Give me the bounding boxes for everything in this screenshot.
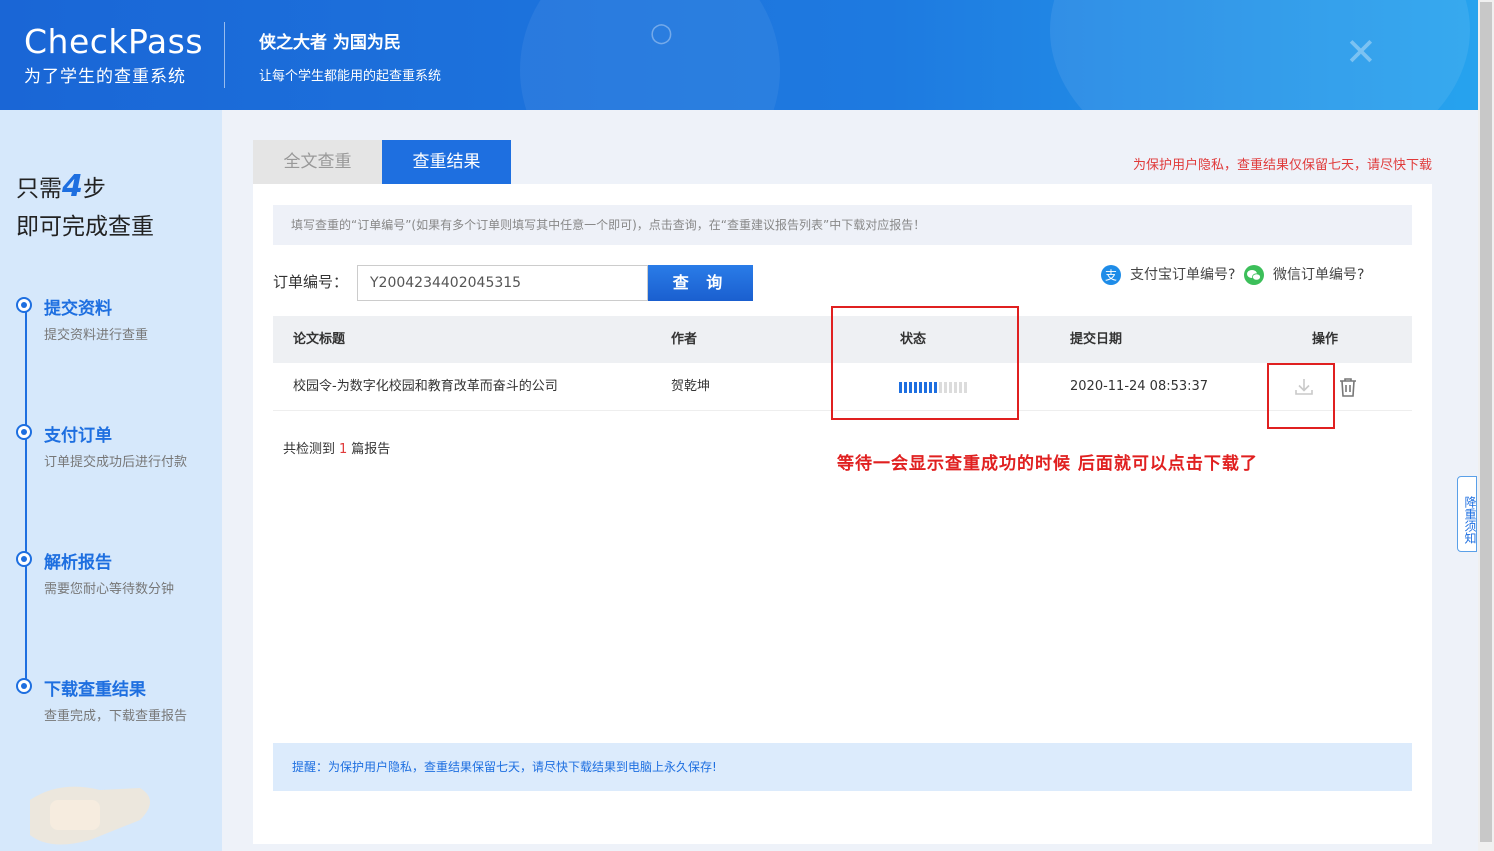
row-date: 2020-11-24 08:53:37: [1070, 379, 1209, 394]
header-divider: [224, 22, 225, 88]
summary-prefix: 共检测到: [283, 442, 336, 457]
step-dot-icon: [16, 424, 32, 440]
page-scrollbar[interactable]: [1478, 0, 1494, 851]
alipay-order-help-link[interactable]: 支 支付宝订单编号?: [1100, 264, 1235, 286]
slogan: 侠之大者 为国为民 让每个学生都能用的起查重系统: [259, 28, 441, 84]
summary-suffix: 篇报告: [351, 442, 391, 457]
logo-subtitle: 为了学生的查重系统: [24, 67, 186, 87]
col-actions: 操作: [1312, 332, 1339, 347]
order-label: 订单编号：: [273, 273, 349, 291]
header-decoration: [520, 0, 780, 110]
alipay-link-text: 支付宝订单编号?: [1130, 267, 1236, 283]
step-dot-icon: [16, 297, 32, 313]
tab-full-check[interactable]: 全文查重: [253, 140, 382, 184]
row-author: 贺乾坤: [671, 379, 711, 394]
reminder-bar: 提醒：为保护用户隐私，查重结果保留七天，请尽快下载结果到电脑上永久保存!: [273, 743, 1412, 791]
result-summary: 共检测到 1 篇报告: [283, 438, 390, 457]
row-title: 校园令-为数字化校园和教育改革而奋斗的公司: [293, 379, 558, 394]
query-button[interactable]: 查 询: [648, 265, 753, 301]
privacy-note: 为保护用户隐私，查重结果仅保留七天，请尽快下载: [1132, 158, 1432, 173]
trash-icon[interactable]: [1336, 375, 1360, 399]
slogan-subtitle: 让每个学生都能用的起查重系统: [259, 69, 442, 84]
steps-timeline: [25, 306, 27, 686]
wechat-order-help-link[interactable]: 微信订单编号?: [1243, 264, 1364, 286]
step-dot-icon: [16, 678, 32, 694]
scrollbar-thumb[interactable]: [1480, 2, 1492, 842]
step-name: 下载查重结果: [44, 680, 146, 700]
col-author: 作者: [671, 332, 698, 347]
hint-bar: 填写查重的“订单编号”(如果有多个订单则填写其中任意一个即可)，点击查询，在“查…: [273, 205, 1412, 245]
sidebar: 只需4步 即可完成查重 提交资料 提交资料进行查重 支付订单 订单提交成功后进行…: [0, 110, 222, 851]
col-date: 提交日期: [1070, 332, 1123, 347]
wechat-icon: [1243, 264, 1265, 286]
col-title: 论文标题: [293, 332, 346, 347]
step-name: 支付订单: [44, 426, 112, 446]
cross-decoration-icon: ✕: [1345, 30, 1377, 74]
side-tab-reduce-notice[interactable]: 降重须知: [1457, 476, 1477, 552]
header-decoration: [1050, 0, 1470, 110]
order-number-input[interactable]: Y2004234402045315: [357, 265, 648, 301]
brand[interactable]: CheckPass 为了学生的查重系统: [24, 22, 204, 88]
annotation-box-status: [831, 306, 1019, 420]
slogan-title: 侠之大者 为国为民: [259, 33, 401, 53]
steps-count: 4: [62, 169, 83, 204]
step-desc: 提交资料进行查重: [44, 328, 149, 343]
step-name: 提交资料: [44, 299, 112, 319]
alipay-icon: 支: [1100, 264, 1122, 286]
illustration-decoration: [30, 786, 150, 845]
step-dot-icon: [16, 551, 32, 567]
circle-decoration-icon: ○: [650, 18, 673, 48]
step-desc: 需要您耐心等待数分钟: [44, 582, 175, 597]
summary-count: 1: [339, 442, 348, 457]
step-name: 解析报告: [44, 553, 112, 573]
step-desc: 订单提交成功后进行付款: [44, 455, 188, 470]
steps-title-suffix: 步: [82, 176, 106, 202]
steps-title-prefix: 只需: [16, 176, 62, 202]
logo-text: CheckPass: [24, 22, 204, 61]
header: ○ ✕ CheckPass 为了学生的查重系统 侠之大者 为国为民 让每个学生都…: [0, 0, 1478, 110]
alipay-icon-glyph: 支: [1105, 269, 1117, 283]
annotation-box-download: [1267, 363, 1335, 429]
annotation-text: 等待一会显示查重成功的时候 后面就可以点击下载了: [837, 454, 1258, 474]
steps-title: 只需4步 即可完成查重: [16, 168, 154, 246]
tab-check-result[interactable]: 查重结果: [382, 140, 511, 184]
wechat-link-text: 微信订单编号?: [1273, 267, 1365, 283]
steps-title-line2: 即可完成查重: [16, 214, 154, 240]
step-desc: 查重完成，下载查重报告: [44, 709, 188, 724]
